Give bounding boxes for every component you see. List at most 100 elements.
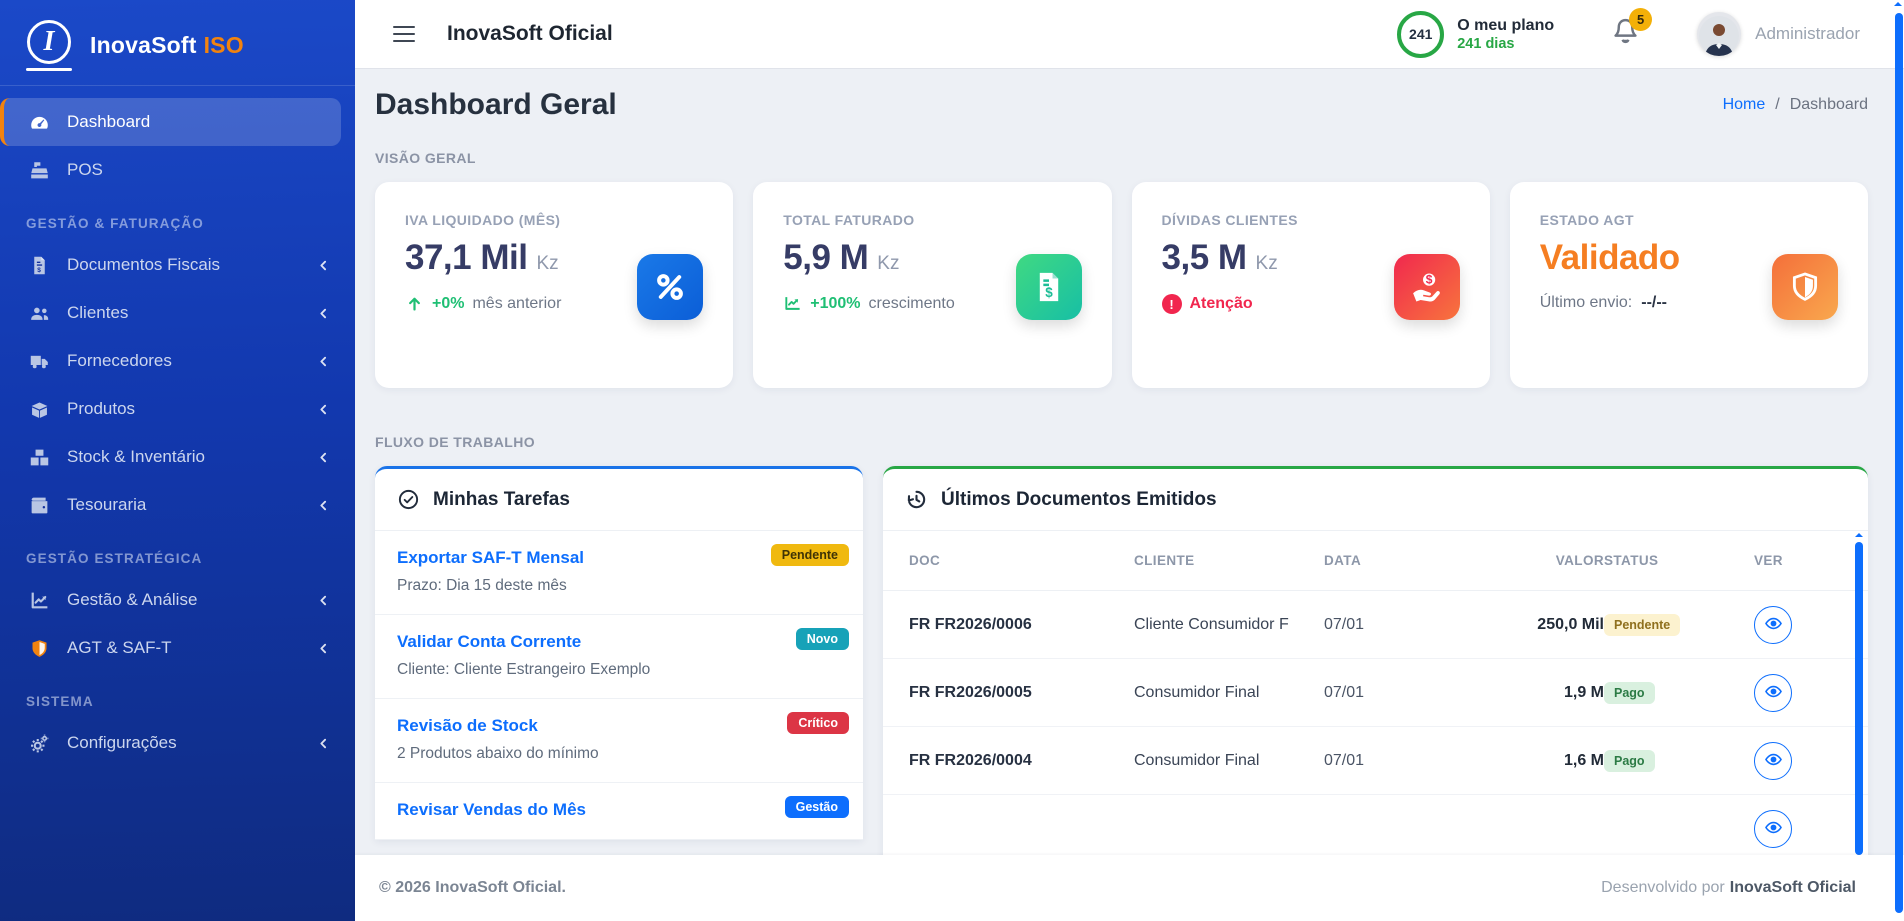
exclamation-icon: ! bbox=[1162, 294, 1182, 314]
page-scrollbar bbox=[1893, 0, 1904, 921]
tasks-card: Minhas Tarefas Exportar SAF-T Mensal Pra… bbox=[375, 466, 863, 840]
page-scrollbar-thumb[interactable] bbox=[1895, 13, 1903, 913]
stat-card-iva-liquidado-mes: IVA LIQUIDADO (MÊS) 37,1 Mil Kz +0% mês … bbox=[375, 182, 733, 388]
notifications-button[interactable]: 5 bbox=[1610, 16, 1641, 52]
cash-register-icon bbox=[26, 158, 52, 182]
users-icon bbox=[26, 301, 52, 325]
sidebar-item-clientes[interactable]: Clientes bbox=[0, 289, 355, 337]
task-title-link[interactable]: Validar Conta Corrente bbox=[397, 632, 843, 652]
header-right: 241 O meu plano 241 dias 5 Administrador bbox=[1397, 11, 1860, 58]
view-document-button[interactable] bbox=[1754, 742, 1792, 780]
gauge-icon bbox=[26, 110, 52, 134]
chevron-left-icon bbox=[317, 403, 331, 416]
documents-card-title: Últimos Documentos Emitidos bbox=[941, 489, 1217, 511]
svg-text:$: $ bbox=[1426, 273, 1433, 287]
chevron-left-icon bbox=[317, 259, 331, 272]
sidebar-section-label: GESTÃO ESTRATÉGICA bbox=[0, 529, 355, 576]
col-cliente: CLIENTE bbox=[1134, 553, 1324, 568]
sidebar-item-label: Dashboard bbox=[67, 112, 317, 132]
sidebar-item-agt-saf-t[interactable]: AGT & SAF-T bbox=[0, 624, 355, 672]
sidebar-item-label: Tesouraria bbox=[67, 495, 317, 515]
col-valor: VALOR bbox=[1454, 553, 1604, 568]
sidebar-item-pos[interactable]: POS bbox=[0, 146, 355, 194]
task-description: Prazo: Dia 15 deste mês bbox=[397, 577, 843, 595]
view-document-button[interactable] bbox=[1754, 810, 1792, 848]
stat-unit: Kz bbox=[536, 253, 558, 275]
sidebar-item-dashboard[interactable]: Dashboard bbox=[0, 98, 341, 146]
truck-icon bbox=[26, 349, 52, 373]
breadcrumb-current: Dashboard bbox=[1790, 96, 1868, 114]
eye-icon bbox=[1764, 818, 1783, 840]
breadcrumb-home-link[interactable]: Home bbox=[1723, 96, 1766, 114]
doc-number: FR FR2026/0006 bbox=[909, 616, 1134, 634]
col-data: DATA bbox=[1324, 553, 1454, 568]
plan-days-ring: 241 bbox=[1397, 11, 1444, 58]
top-bar: InovaSoft Oficial 241 O meu plano 241 di… bbox=[355, 0, 1904, 68]
chevron-left-icon bbox=[317, 451, 331, 464]
sidebar-item-documentos-fiscais[interactable]: $ Documentos Fiscais bbox=[0, 241, 355, 289]
chevron-left-icon bbox=[317, 594, 331, 607]
sidebar-item-fornecedores[interactable]: Fornecedores bbox=[0, 337, 355, 385]
task-title-link[interactable]: Revisar Vendas do Mês bbox=[397, 800, 843, 820]
plan-label: O meu plano bbox=[1457, 16, 1554, 37]
doc-client: Cliente Consumidor F bbox=[1134, 616, 1324, 634]
footer-copyright: © 2026 InovaSoft Oficial. bbox=[379, 879, 566, 897]
sidebar-item-label: Configurações bbox=[67, 733, 317, 753]
documents-card: Últimos Documentos Emitidos DOC CLIENTE … bbox=[883, 466, 1868, 855]
user-menu[interactable]: Administrador bbox=[1697, 12, 1860, 56]
stat-card-dividas-clientes: DÍVIDAS CLIENTES 3,5 M Kz ! Atenção $ bbox=[1132, 182, 1490, 388]
sidebar-item-stock-inventario[interactable]: Stock & Inventário bbox=[0, 433, 355, 481]
col-status: STATUS bbox=[1604, 553, 1754, 568]
sidebar-item-tesouraria[interactable]: Tesouraria bbox=[0, 481, 355, 529]
box-icon bbox=[26, 397, 52, 421]
stat-cards: IVA LIQUIDADO (MÊS) 37,1 Mil Kz +0% mês … bbox=[375, 182, 1868, 388]
stat-value: 37,1 Mil bbox=[405, 238, 527, 278]
stat-label: IVA LIQUIDADO (MÊS) bbox=[405, 212, 561, 228]
gears-icon bbox=[26, 731, 52, 755]
stat-card-estado-agt: ESTADO AGT Validado Último envio: --/-- bbox=[1510, 182, 1868, 388]
breadcrumb-separator: / bbox=[1775, 96, 1779, 114]
eye-icon bbox=[1764, 614, 1783, 636]
task-description: Cliente: Cliente Estrangeiro Exemplo bbox=[397, 661, 843, 679]
sidebar-item-label: Clientes bbox=[67, 303, 317, 323]
task-list: Exportar SAF-T Mensal Prazo: Dia 15 dest… bbox=[375, 531, 863, 840]
chart-line-icon bbox=[26, 588, 52, 612]
menu-toggle-icon[interactable] bbox=[391, 22, 417, 47]
brand[interactable]: I InovaSoftISO bbox=[0, 0, 355, 85]
documents-scrollbar-thumb[interactable] bbox=[1855, 542, 1863, 855]
task-row: Revisar Vendas do Mês Gestão bbox=[375, 783, 863, 840]
doc-date: 07/01 bbox=[1324, 684, 1454, 702]
sidebar-section-label: SISTEMA bbox=[0, 672, 355, 719]
view-document-button[interactable] bbox=[1754, 606, 1792, 644]
stat-unit: Kz bbox=[1256, 253, 1278, 275]
sidebar-item-label: AGT & SAF-T bbox=[67, 638, 317, 658]
sidebar-item-gestao-analise[interactable]: Gestão & Análise bbox=[0, 576, 355, 624]
sidebar: I InovaSoftISO Dashboard POS GESTÃO & FA… bbox=[0, 0, 355, 921]
doc-number: FR FR2026/0004 bbox=[909, 752, 1134, 770]
brand-name: InovaSoftISO bbox=[90, 32, 244, 59]
workflow-row: Minhas Tarefas Exportar SAF-T Mensal Pra… bbox=[375, 466, 1868, 855]
sidebar-item-label: Produtos bbox=[67, 399, 317, 419]
app-title: InovaSoft Oficial bbox=[447, 22, 613, 46]
page-title: Dashboard Geral bbox=[375, 88, 617, 122]
stat-value: 3,5 M bbox=[1162, 238, 1247, 278]
sidebar-item-produtos[interactable]: Produtos bbox=[0, 385, 355, 433]
sidebar-section-label: GESTÃO & FATURAÇÃO bbox=[0, 194, 355, 241]
task-badge: Gestão bbox=[785, 796, 849, 818]
chevron-left-icon bbox=[317, 307, 331, 320]
view-document-button[interactable] bbox=[1754, 674, 1792, 712]
main-column: InovaSoft Oficial 241 O meu plano 241 di… bbox=[355, 0, 1904, 921]
stat-value: Validado bbox=[1540, 238, 1680, 278]
chevron-left-icon bbox=[317, 355, 331, 368]
footer: © 2026 InovaSoft Oficial. Desenvolvido p… bbox=[355, 855, 1904, 921]
sidebar-item-configuracoes[interactable]: Configurações bbox=[0, 719, 355, 767]
stat-card-total-faturado: TOTAL FATURADO 5,9 M Kz +100% cresciment… bbox=[753, 182, 1111, 388]
task-badge: Novo bbox=[796, 628, 849, 650]
sidebar-item-label: Documentos Fiscais bbox=[67, 255, 317, 275]
stat-unit: Kz bbox=[877, 253, 899, 275]
task-title-link[interactable]: Revisão de Stock bbox=[397, 716, 843, 736]
app-root: I InovaSoftISO Dashboard POS GESTÃO & FA… bbox=[0, 0, 1904, 921]
doc-client: Consumidor Final bbox=[1134, 684, 1324, 702]
plan-widget[interactable]: 241 O meu plano 241 dias bbox=[1397, 11, 1554, 58]
doc-status-badge: Pago bbox=[1604, 682, 1655, 704]
